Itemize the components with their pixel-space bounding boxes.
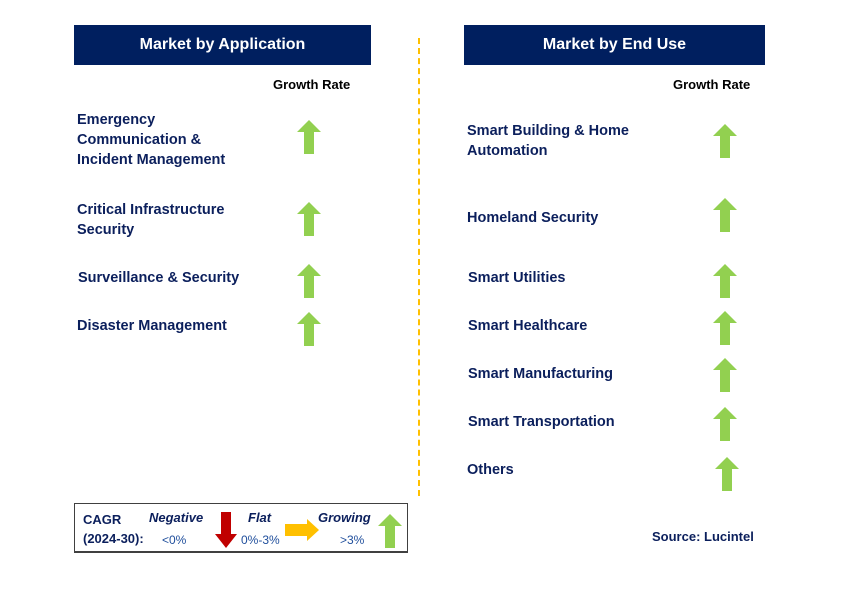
arrow-up-icon (713, 358, 737, 392)
legend-growing-label: Growing (318, 510, 371, 525)
arrow-down-icon (215, 512, 237, 548)
application-item-surveillance: Surveillance & Security (78, 270, 240, 286)
application-header: Market by Application (74, 25, 371, 65)
legend-growing-range: >3% (340, 533, 365, 547)
end-use-item-smart-utilities: Smart Utilities (468, 270, 566, 286)
end-use-item-homeland-security: Homeland Security (467, 210, 599, 226)
growth-rate-label-left: Growth Rate (273, 77, 351, 92)
legend-flat-label: Flat (248, 510, 272, 525)
end-use-item-smart-transportation: Smart Transportation (468, 414, 615, 430)
end-use-item-smart-healthcare: Smart Healthcare (468, 318, 588, 334)
arrow-right-icon (285, 519, 319, 541)
source-label: Source: Lucintel (652, 529, 754, 544)
end-use-item-smart-building: Smart Building & Home Automation (467, 123, 629, 159)
legend-period-label: (2024-30): (83, 531, 144, 546)
application-item-disaster: Disaster Management (77, 318, 227, 334)
arrow-up-icon (715, 457, 739, 491)
legend-flat-range: 0%-3% (241, 533, 280, 547)
application-item-emergency: Emergency Communication & Incident Manag… (77, 112, 226, 168)
legend-negative-label: Negative (149, 510, 204, 525)
legend-cagr-label: CAGR (83, 512, 122, 527)
arrow-up-icon (713, 407, 737, 441)
end-use-item-others: Others (467, 462, 514, 478)
arrow-up-icon (297, 202, 321, 236)
arrow-up-icon (713, 124, 737, 158)
end-use-title: Market by End Use (542, 36, 687, 53)
legend-negative-range: <0% (162, 533, 187, 547)
end-use-item-smart-manufacturing: Smart Manufacturing (468, 366, 614, 382)
growth-rate-label-right: Growth Rate (673, 77, 751, 92)
arrow-up-icon (297, 120, 321, 154)
application-title: Market by Application (139, 36, 306, 53)
arrow-up-icon (713, 311, 737, 345)
arrow-up-icon (713, 264, 737, 298)
end-use-header: Market by End Use (464, 25, 765, 65)
arrow-up-icon (713, 198, 737, 232)
arrow-up-icon (297, 264, 321, 298)
cagr-legend: CAGR (2024-30): Negative <0% Flat 0%-3% … (74, 503, 408, 553)
arrow-up-icon (297, 312, 321, 346)
arrow-up-icon (378, 514, 402, 548)
dashed-divider (418, 38, 420, 496)
application-item-critical-infrastructure: Critical Infrastructure Security (77, 202, 225, 238)
